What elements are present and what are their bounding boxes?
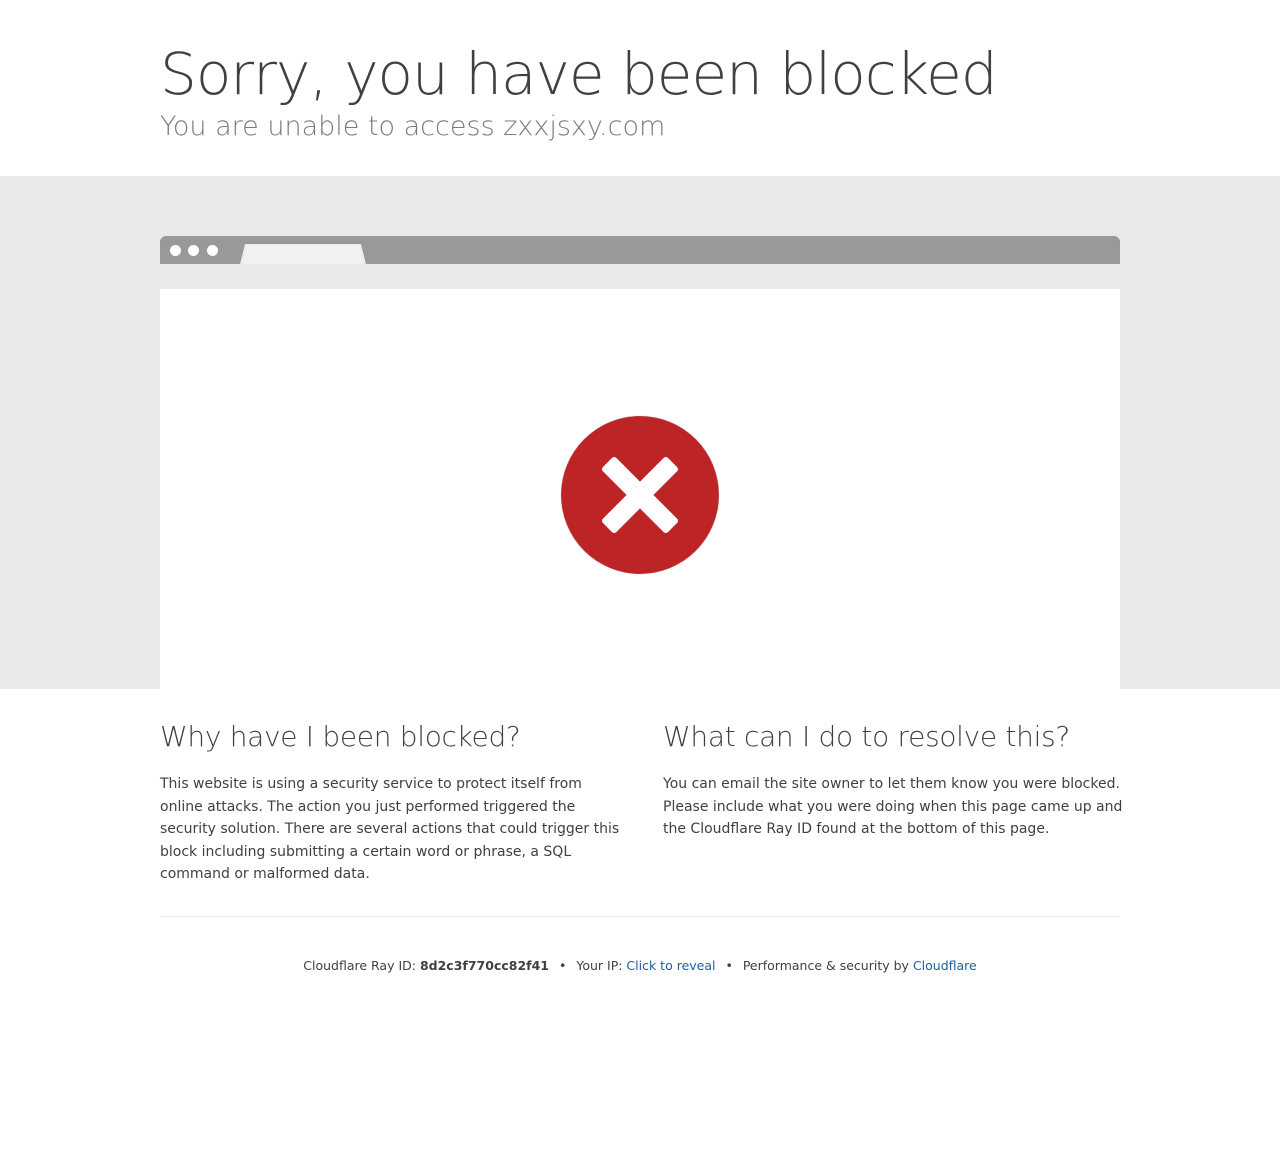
page-header: Sorry, you have been blocked You are una… <box>0 0 1280 176</box>
ray-id-value: 8d2c3f770cc82f41 <box>419 958 549 973</box>
window-dot-icon <box>188 245 199 256</box>
page-title: Sorry, you have been blocked <box>160 40 998 108</box>
browser-tab-face <box>242 245 364 264</box>
performance-label: Performance & security by <box>742 958 909 973</box>
why-blocked-section: Why have I been blocked? This website is… <box>160 720 620 886</box>
resolve-section: What can I do to resolve this? You can e… <box>663 720 1123 841</box>
footer-divider <box>160 916 1120 917</box>
why-blocked-text: This website is using a security service… <box>160 776 620 883</box>
ip-label: Your IP: <box>576 958 623 973</box>
reveal-ip-link[interactable]: Click to reveal <box>626 958 715 973</box>
cloudflare-link[interactable]: Cloudflare <box>913 958 977 973</box>
ray-id-label: Cloudflare Ray ID: <box>303 958 416 973</box>
footer: Cloudflare Ray ID: 8d2c3f770cc82f41 • Yo… <box>0 958 1280 973</box>
resolve-text: You can email the site owner to let them… <box>663 776 1123 838</box>
footer-separator: • <box>558 958 567 973</box>
window-dot-icon <box>207 245 218 256</box>
window-dot-icon <box>170 245 181 256</box>
resolve-heading: What can I do to resolve this? <box>663 720 1070 753</box>
page-subtitle: You are unable to access zxxjsxy.com <box>160 111 666 142</box>
close-circle-icon <box>560 415 720 575</box>
why-blocked-heading: Why have I been blocked? <box>160 720 521 753</box>
browser-window-bar <box>160 236 1120 264</box>
footer-separator: • <box>725 958 733 973</box>
